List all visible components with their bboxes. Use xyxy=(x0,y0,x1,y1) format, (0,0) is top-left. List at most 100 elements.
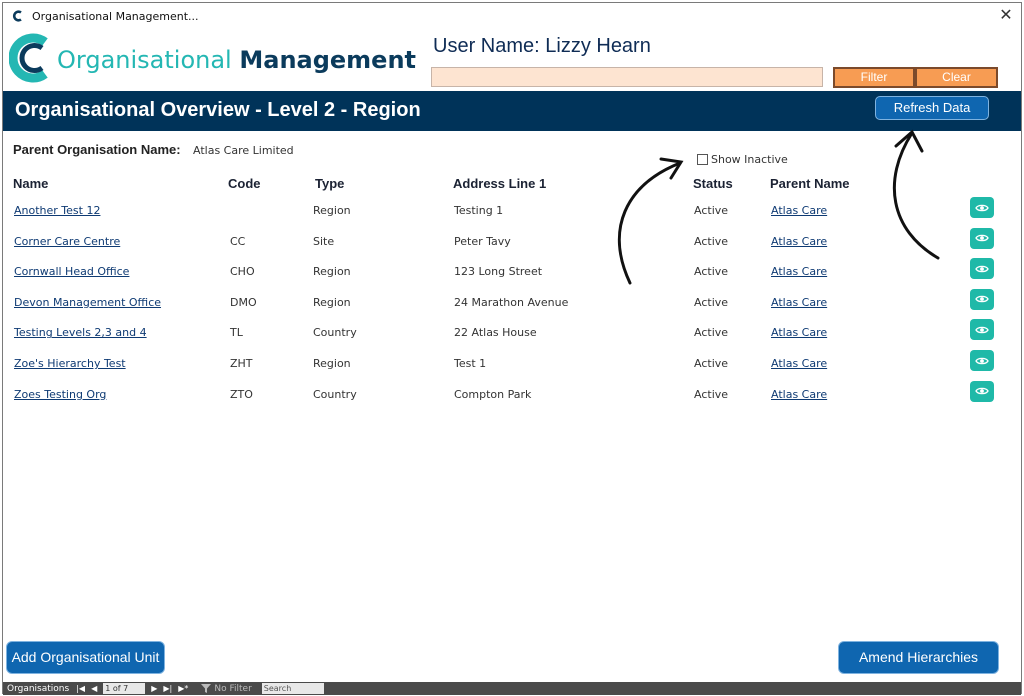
refresh-data-button[interactable]: Refresh Data xyxy=(875,96,989,120)
org-address: 22 Atlas House xyxy=(454,326,537,340)
app-window: Organisational Management... ✕ Organisat… xyxy=(2,2,1022,695)
table-row: Zoe's Hierarchy Test ZHT Region Test 1 Activ… xyxy=(3,350,1021,387)
org-type: Region xyxy=(313,265,351,279)
org-type: Site xyxy=(313,234,335,248)
table-row: Devon Management Office DMO Region 24 Marat… xyxy=(3,288,1021,326)
org-name-link[interactable]: Cornwall Head Office xyxy=(14,265,129,279)
view-button[interactable] xyxy=(970,227,994,249)
org-code: CHO xyxy=(230,265,255,279)
logo-text-part1: Organisational xyxy=(57,46,232,74)
eye-icon xyxy=(975,296,989,303)
org-address: Test 1 xyxy=(454,357,487,370)
last-record-icon[interactable]: ▶| xyxy=(163,684,172,693)
column-header-type: Type xyxy=(315,176,345,191)
org-code: TL xyxy=(230,326,243,340)
column-header-parent-name: Parent Name xyxy=(770,176,850,191)
org-type: Region xyxy=(313,204,351,217)
org-status: Active xyxy=(694,234,729,248)
eye-icon xyxy=(975,326,989,334)
logo-text-part2: Management xyxy=(239,46,417,74)
app-logo: Organisational Management xyxy=(8,33,416,87)
record-navigator: Organisations |◀ ◀ 1 of 7 ▶ ▶| ▶* No Fil… xyxy=(3,682,1021,695)
logo-text: Organisational Management xyxy=(57,46,416,74)
previous-record-icon[interactable]: ◀ xyxy=(91,684,97,693)
filter-status[interactable]: No Filter xyxy=(201,683,252,694)
org-type: Country xyxy=(313,326,357,340)
view-button[interactable] xyxy=(970,197,994,218)
add-organisational-unit-button[interactable]: Add Organisational Unit xyxy=(6,641,165,674)
org-status: Active xyxy=(694,326,729,340)
table-row: Zoes Testing Org ZTO Country Compton Park Ac… xyxy=(3,380,1021,418)
org-code: ZHT xyxy=(230,357,253,370)
org-name-link[interactable]: Zoes Testing Org xyxy=(14,388,106,402)
org-name-link[interactable]: Testing Levels 2,3 and 4 xyxy=(14,326,147,340)
clear-button[interactable]: Clear xyxy=(915,67,998,88)
org-status: Active xyxy=(694,265,729,279)
show-inactive-toggle[interactable]: Show Inactive xyxy=(697,153,788,166)
view-button[interactable] xyxy=(970,258,994,280)
parent-name-link[interactable]: Atlas Care xyxy=(771,388,827,402)
org-address: 123 Long Street xyxy=(454,265,543,279)
parent-name-link[interactable]: Atlas Care xyxy=(771,357,827,371)
eye-icon xyxy=(975,357,989,364)
org-address: Compton Park xyxy=(454,387,532,401)
view-button[interactable] xyxy=(970,350,994,371)
org-status: Active xyxy=(694,204,729,217)
parent-name-link[interactable]: Atlas Care xyxy=(771,326,827,340)
table-row: Testing Levels 2,3 and 4 TL Country 22 Atla… xyxy=(3,319,1021,356)
eye-icon xyxy=(975,265,989,272)
navigator-search-input[interactable]: Search xyxy=(261,683,324,694)
show-inactive-checkbox[interactable] xyxy=(697,154,708,165)
page-title: Organisational Overview - Level 2 - Regi… xyxy=(15,99,421,121)
amend-hierarchies-button[interactable]: Amend Hierarchies xyxy=(838,641,999,674)
parent-name-link[interactable]: Atlas Care xyxy=(771,296,827,310)
show-inactive-label: Show Inactive xyxy=(711,153,788,166)
funnel-icon xyxy=(201,684,212,693)
record-position-input[interactable]: 1 of 7 xyxy=(103,683,146,694)
column-header-status: Status xyxy=(693,176,733,191)
next-record-icon[interactable]: ▶ xyxy=(151,684,157,693)
column-header-address: Address Line 1 xyxy=(453,176,547,191)
window-title: Organisational Management... xyxy=(32,9,199,23)
org-status: Active xyxy=(694,295,729,309)
org-status: Active xyxy=(694,387,729,401)
org-name-link[interactable]: Zoe's Hierarchy Test xyxy=(14,357,126,371)
eye-icon xyxy=(975,387,989,395)
org-code: ZTO xyxy=(230,387,253,401)
table-row: Another Test 12 Region Testing 1 Active Atla… xyxy=(3,197,1021,234)
c-logo-icon xyxy=(8,33,53,87)
table-row: Corner Care Centre CC Site Peter Tavy Active… xyxy=(3,227,1021,265)
parent-name-link[interactable]: Atlas Care xyxy=(771,204,827,218)
org-name-link[interactable]: Devon Management Office xyxy=(14,296,161,310)
parent-name-link[interactable]: Atlas Care xyxy=(771,235,827,249)
user-name: User Name: Lizzy Hearn xyxy=(433,35,651,57)
view-button[interactable] xyxy=(970,380,994,402)
org-name-link[interactable]: Corner Care Centre xyxy=(14,235,120,249)
org-type: Region xyxy=(313,357,351,370)
org-type: Region xyxy=(313,295,351,309)
filter-status-text: No Filter xyxy=(214,683,252,694)
parent-org-label: Parent Organisation Name: xyxy=(13,142,181,157)
org-code: DMO xyxy=(230,295,257,309)
view-button[interactable] xyxy=(970,319,994,341)
org-status: Active xyxy=(694,357,729,370)
parent-name-link[interactable]: Atlas Care xyxy=(771,265,827,279)
eye-icon xyxy=(975,234,989,242)
first-record-icon[interactable]: |◀ xyxy=(76,684,85,693)
org-address: Peter Tavy xyxy=(454,234,511,248)
org-address: Testing 1 xyxy=(454,204,504,217)
filter-input[interactable] xyxy=(431,67,823,87)
org-name-link[interactable]: Another Test 12 xyxy=(14,204,100,218)
close-icon[interactable]: ✕ xyxy=(997,6,1015,24)
new-record-icon[interactable]: ▶* xyxy=(178,684,188,693)
filter-button[interactable]: Filter xyxy=(833,67,915,88)
table-row: Cornwall Head Office CHO Region 123 Long St… xyxy=(3,258,1021,295)
navigator-label: Organisations xyxy=(7,683,70,694)
view-button[interactable] xyxy=(970,288,994,310)
parent-org-value: Atlas Care Limited xyxy=(193,144,294,157)
app-icon xyxy=(11,9,25,23)
org-code: CC xyxy=(230,234,246,248)
org-type: Country xyxy=(313,387,357,401)
column-header-code: Code xyxy=(228,176,261,191)
page-banner: Organisational Overview - Level 2 - Regi… xyxy=(3,91,1021,131)
